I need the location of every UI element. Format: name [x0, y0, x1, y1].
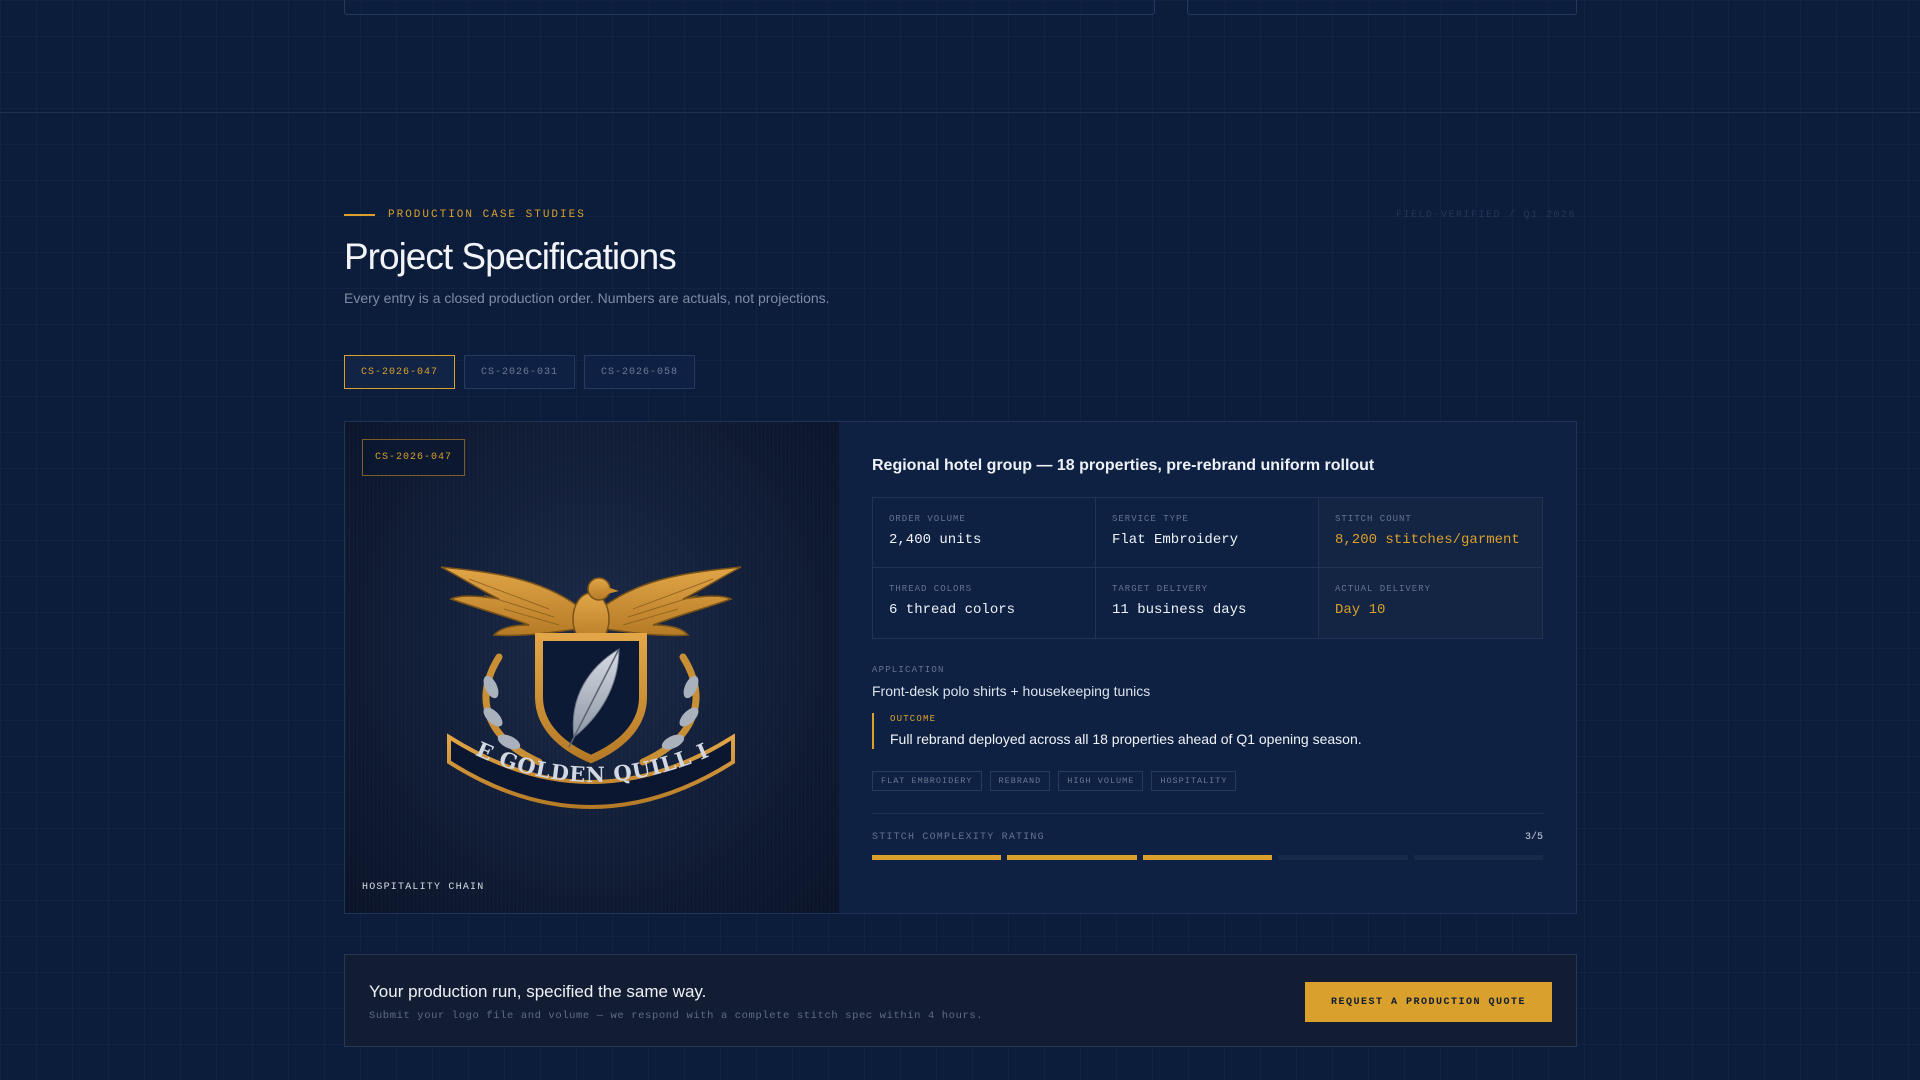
- spec-label: THREAD COLORS: [889, 584, 973, 594]
- section-eyebrow: PRODUCTION CASE STUDIES: [344, 209, 586, 221]
- spec-label: ORDER VOLUME: [889, 514, 966, 524]
- rating-segment: [872, 855, 1002, 860]
- previous-card: [344, 0, 1155, 15]
- outcome-block: OUTCOME Full rebrand deployed across all…: [872, 713, 1543, 749]
- spec-target-delivery: TARGET DELIVERY 11 business days: [1096, 568, 1319, 638]
- rating-segment: [1413, 855, 1544, 860]
- spec-value: 2,400 units: [889, 532, 982, 548]
- cta-subtitle: Submit your logo file and volume — we re…: [369, 1010, 984, 1022]
- tab-cs-2026-058[interactable]: CS-2026-058: [584, 355, 696, 389]
- outcome-text: Full rebrand deployed across all 18 prop…: [890, 731, 1362, 747]
- rating-segment: [1278, 855, 1408, 860]
- spec-value: 11 business days: [1112, 602, 1247, 618]
- eyebrow-rule: [344, 214, 375, 216]
- quote-cta-banner: Your production run, specified the same …: [344, 954, 1577, 1047]
- spec-value: Flat Embroidery: [1112, 532, 1239, 548]
- rating-segment: [1142, 855, 1273, 860]
- rating-value: 3/5: [1524, 832, 1543, 843]
- spec-value: Day 10: [1335, 602, 1386, 618]
- spec-thread-colors: THREAD COLORS 6 thread colors: [873, 568, 1096, 638]
- eyebrow-label: PRODUCTION CASE STUDIES: [388, 209, 586, 221]
- page-subtitle: Every entry is a closed production order…: [344, 290, 830, 306]
- tag: HIGH VOLUME: [1058, 771, 1144, 791]
- image-caption: HOSPITALITY CHAIN: [362, 882, 485, 893]
- request-quote-button[interactable]: REQUEST A PRODUCTION QUOTE: [1305, 982, 1552, 1022]
- spec-service-type: SERVICE TYPE Flat Embroidery: [1096, 498, 1319, 568]
- spec-stitch-count: STITCH COUNT 8,200 stitches/garment: [1319, 498, 1542, 568]
- spec-value: 8,200 stitches/garment: [1335, 532, 1520, 548]
- golden-quill-inn-crest: THE GOLDEN QUILL INN: [429, 537, 742, 809]
- tag-list: FLAT EMBROIDERY REBRAND HIGH VOLUME HOSP…: [872, 771, 1543, 791]
- previous-card: [1187, 0, 1577, 15]
- cta-title: Your production run, specified the same …: [369, 982, 707, 1001]
- outcome-label: OUTCOME: [890, 714, 937, 724]
- divider: [872, 813, 1543, 814]
- tag: FLAT EMBROIDERY: [872, 771, 982, 791]
- stitch-complexity-bar: [872, 855, 1544, 860]
- spec-label: SERVICE TYPE: [1112, 514, 1189, 524]
- embroidery-photo: CS-2026-047 E GOLDEN QUILL I HOSPITALITY…: [345, 422, 839, 913]
- spec-value: 6 thread colors: [889, 602, 1016, 618]
- case-id-badge: CS-2026-047: [362, 439, 466, 476]
- tab-cs-2026-047[interactable]: CS-2026-047: [344, 355, 456, 389]
- tab-cs-2026-031[interactable]: CS-2026-031: [464, 355, 576, 389]
- previous-section: [0, 0, 1920, 113]
- spec-label: STITCH COUNT: [1335, 514, 1412, 524]
- rating-label: STITCH COMPLEXITY RATING: [872, 832, 1045, 843]
- spec-order-volume: ORDER VOLUME 2,400 units: [873, 498, 1096, 568]
- tag: REBRAND: [989, 771, 1051, 791]
- case-tabs: CS-2026-047 CS-2026-031 CS-2026-058: [344, 355, 696, 389]
- field-verified-label: FIELD-VERIFIED / Q1 2026: [1395, 210, 1576, 221]
- spec-grid: ORDER VOLUME 2,400 units SERVICE TYPE Fl…: [872, 497, 1543, 639]
- spec-label: TARGET DELIVERY: [1112, 584, 1209, 594]
- spec-label: ACTUAL DELIVERY: [1335, 584, 1432, 594]
- page-title: Project Specifications: [344, 236, 677, 277]
- case-heading: Regional hotel group — 18 properties, pr…: [872, 457, 1375, 474]
- case-study-card: CS-2026-047 E GOLDEN QUILL I HOSPITALITY…: [344, 421, 1577, 914]
- rating-segment: [1007, 855, 1137, 860]
- application-label: APPLICATION: [872, 665, 945, 675]
- spec-actual-delivery: ACTUAL DELIVERY Day 10: [1319, 568, 1542, 638]
- case-details: Regional hotel group — 18 properties, pr…: [839, 422, 1576, 913]
- application-value: Front-desk polo shirts + housekeeping tu…: [872, 683, 1151, 699]
- rating-row: STITCH COMPLEXITY RATING 3/5: [872, 832, 1543, 843]
- tag: HOSPITALITY: [1151, 771, 1237, 791]
